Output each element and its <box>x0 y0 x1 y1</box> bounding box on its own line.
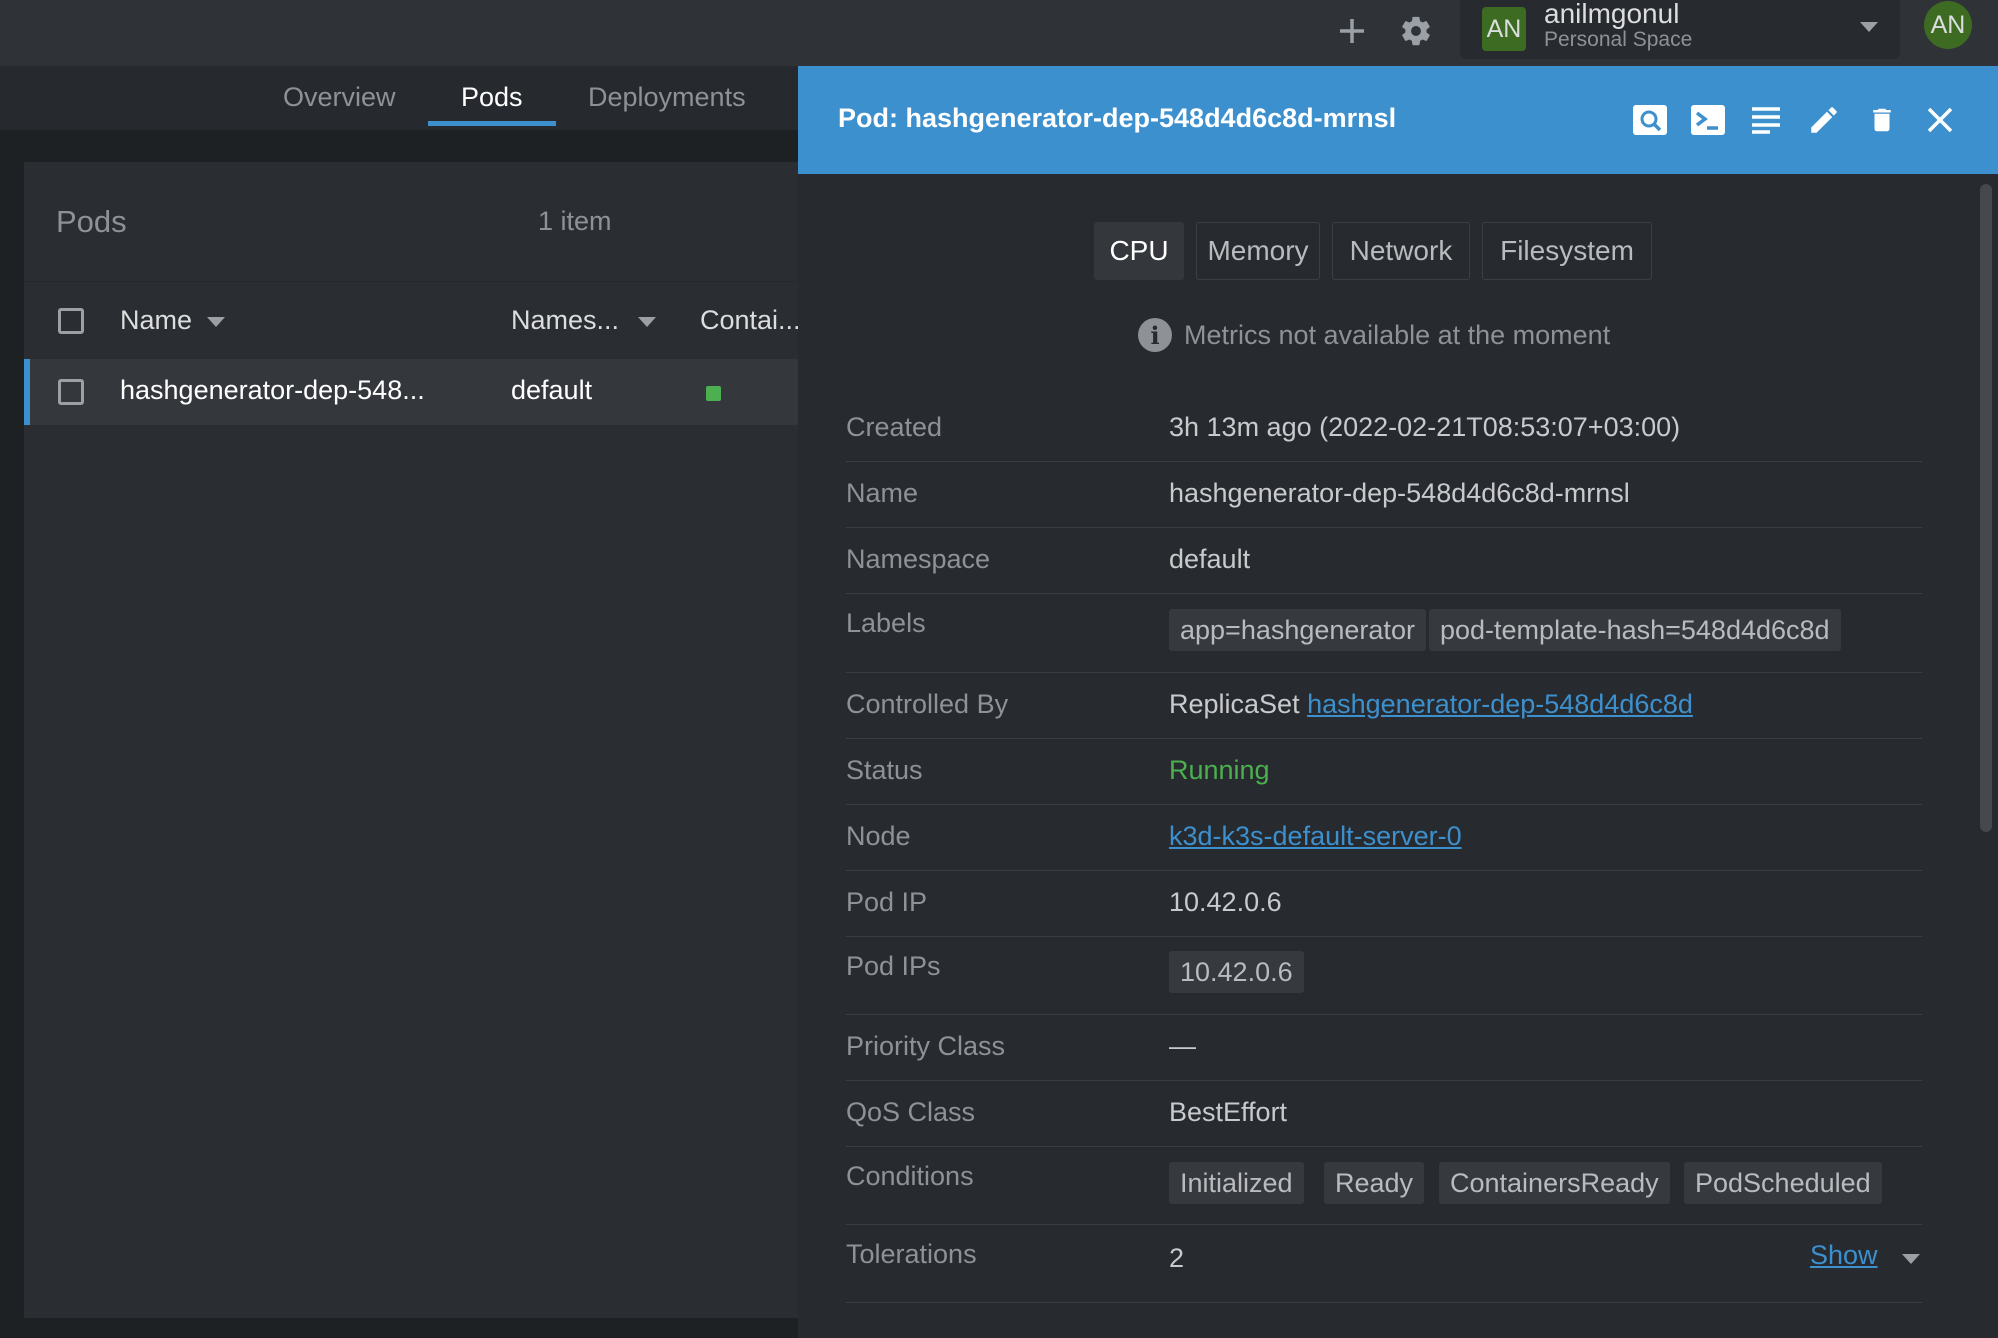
condition-chip: Ready <box>1324 1162 1425 1204</box>
condition-chip: PodScheduled <box>1684 1162 1882 1204</box>
chevron-down-icon <box>1860 22 1878 32</box>
user-avatar[interactable]: AN <box>1924 1 1972 49</box>
detail-row-namespace: Namespace default <box>846 528 1922 594</box>
column-name[interactable]: Name <box>120 305 192 336</box>
pod-ip-chip: 10.42.0.6 <box>1169 951 1304 993</box>
detail-value-status: Running <box>1169 755 1270 785</box>
detail-row-tolerations: Tolerations 2 Show <box>846 1225 1922 1303</box>
workspace-subtitle: Personal Space <box>1544 28 1693 51</box>
controller-kind: ReplicaSet <box>1169 689 1300 719</box>
detail-row-name: Name hashgenerator-dep-548d4d6c8d-mrnsl <box>846 462 1922 528</box>
tab-deployments[interactable]: Deployments <box>588 82 746 113</box>
column-namespace[interactable]: Names... <box>511 305 619 336</box>
tab-overview[interactable]: Overview <box>283 82 396 113</box>
workspace-switcher[interactable]: AN anilmgonul Personal Space <box>1460 0 1900 59</box>
sort-caret-icon[interactable] <box>207 317 225 327</box>
pod-namespace: default <box>511 375 593 405</box>
column-containers[interactable]: Contai... <box>700 305 801 336</box>
search-icon[interactable] <box>1628 98 1672 142</box>
pods-header: Pods 1 item <box>24 162 798 282</box>
detail-row-conditions: Conditions Initialized Ready ContainersR… <box>846 1147 1922 1225</box>
detail-value-namespace: default <box>1169 544 1251 574</box>
drawer-title: Pod: hashgenerator-dep-548d4d6c8d-mrnsl <box>838 103 1397 133</box>
drawer-scrollbar[interactable] <box>1980 184 1992 832</box>
detail-row-node: Node k3d-k3s-default-server-0 <box>846 805 1922 871</box>
label-chip: pod-template-hash=548d4d6c8d <box>1429 609 1841 651</box>
select-all-checkbox[interactable] <box>58 308 84 334</box>
detail-value-qos-class: BestEffort <box>1169 1097 1288 1127</box>
detail-row-pod-ip: Pod IP 10.42.0.6 <box>846 871 1922 937</box>
detail-label: Status <box>846 755 923 785</box>
detail-value-controlled-by: ReplicaSet hashgenerator-dep-548d4d6c8d <box>1169 689 1693 720</box>
tab-cpu[interactable]: CPU <box>1094 222 1184 280</box>
detail-row-qos-class: QoS Class BestEffort <box>846 1081 1922 1147</box>
detail-value-priority-class: — <box>1169 1031 1196 1061</box>
detail-label: Tolerations <box>846 1239 977 1269</box>
tab-pods[interactable]: Pods <box>461 82 523 113</box>
pods-title: Pods <box>56 204 127 239</box>
tab-filesystem[interactable]: Filesystem <box>1482 222 1652 280</box>
workspace-avatar: AN <box>1482 7 1526 51</box>
detail-label: Created <box>846 412 943 442</box>
tab-network[interactable]: Network <box>1332 222 1470 280</box>
info-icon: i <box>1138 318 1172 352</box>
chevron-down-icon[interactable] <box>1902 1254 1920 1264</box>
close-icon[interactable] <box>1918 98 1962 142</box>
detail-value-name: hashgenerator-dep-548d4d6c8d-mrnsl <box>1169 478 1630 508</box>
row-checkbox[interactable] <box>58 379 84 405</box>
detail-row-created: Created 3h 13m ago (2022-02-21T08:53:07+… <box>846 396 1922 462</box>
pod-name: hashgenerator-dep-548... <box>120 375 425 405</box>
condition-chip: ContainersReady <box>1439 1162 1670 1204</box>
detail-value-tolerations: 2 <box>1169 1243 1185 1273</box>
resource-tabs: Overview Pods Deployments <box>0 66 798 130</box>
detail-label: Node <box>846 821 911 851</box>
detail-label: Namespace <box>846 544 991 574</box>
active-tab-indicator <box>428 121 556 126</box>
detail-label: Conditions <box>846 1161 974 1191</box>
table-row[interactable]: hashgenerator-dep-548... default <box>24 359 798 425</box>
plus-icon[interactable] <box>1329 8 1375 54</box>
detail-label: Name <box>846 478 919 508</box>
show-tolerations-link[interactable]: Show <box>1810 1240 1878 1271</box>
delete-icon[interactable] <box>1860 98 1904 142</box>
sort-caret-icon[interactable] <box>638 317 656 327</box>
detail-row-status: Status Running <box>846 739 1922 805</box>
node-link[interactable]: k3d-k3s-default-server-0 <box>1169 821 1462 852</box>
container-status-indicator <box>706 386 721 401</box>
pod-details-drawer: Pod: hashgenerator-dep-548d4d6c8d-mrnsl … <box>798 66 1998 1338</box>
detail-label: Priority Class <box>846 1031 1006 1061</box>
logs-icon[interactable] <box>1744 98 1788 142</box>
detail-label: QoS Class <box>846 1097 976 1127</box>
detail-label: Pod IPs <box>846 951 941 981</box>
pods-count: 1 item <box>538 206 612 236</box>
table-header: Name Names... Contai... <box>24 283 801 359</box>
controller-link[interactable]: hashgenerator-dep-548d4d6c8d <box>1307 689 1693 719</box>
condition-chip: Initialized <box>1169 1162 1304 1204</box>
top-bar: AN anilmgonul Personal Space AN <box>0 0 1998 66</box>
gear-icon[interactable] <box>1393 8 1439 54</box>
drawer-header: Pod: hashgenerator-dep-548d4d6c8d-mrnsl <box>798 66 1998 174</box>
pods-list-panel: Pods 1 item Name Names... Contai... hash… <box>24 162 801 1318</box>
terminal-icon[interactable] <box>1686 98 1730 142</box>
workspace-name: anilmgonul <box>1544 0 1680 29</box>
detail-label: Labels <box>846 608 926 638</box>
detail-row-priority-class: Priority Class — <box>846 1015 1922 1081</box>
detail-label: Pod IP <box>846 887 928 917</box>
detail-value-pod-ip: 10.42.0.6 <box>1169 887 1282 917</box>
detail-value-created: 3h 13m ago (2022-02-21T08:53:07+03:00) <box>1169 412 1681 442</box>
detail-row-controlled-by: Controlled By ReplicaSet hashgenerator-d… <box>846 673 1922 739</box>
metrics-notice-text: Metrics not available at the moment <box>1184 320 1611 350</box>
detail-label: Controlled By <box>846 689 1009 719</box>
label-chip: app=hashgenerator <box>1169 609 1426 651</box>
detail-row-labels: Labels app=hashgenerator pod-template-ha… <box>846 594 1922 673</box>
tab-memory[interactable]: Memory <box>1196 222 1320 280</box>
edit-icon[interactable] <box>1802 98 1846 142</box>
detail-row-pod-ips: Pod IPs 10.42.0.6 <box>846 937 1922 1015</box>
